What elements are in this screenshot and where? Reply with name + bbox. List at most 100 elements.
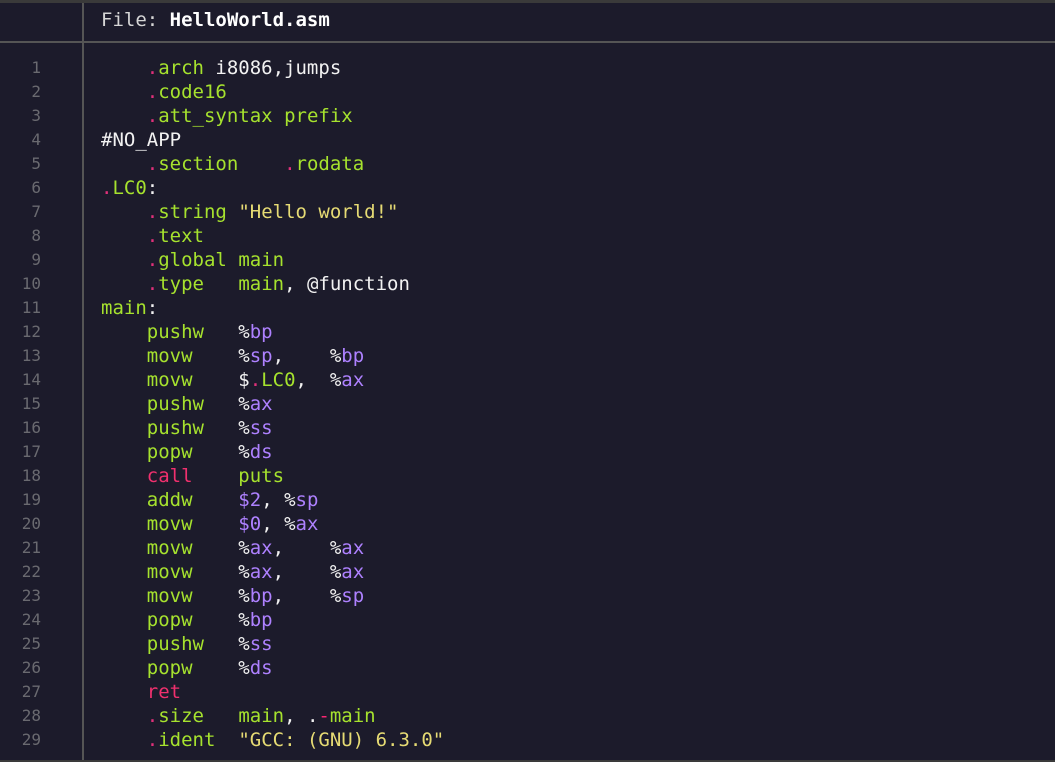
code-line[interactable]: 29 .ident "GCC: (GNU) 6.3.0" bbox=[0, 728, 1055, 752]
line-source: call puts bbox=[101, 464, 284, 488]
line-source: .global main bbox=[101, 248, 284, 272]
token-id: rodata bbox=[295, 153, 365, 175]
token-str: "Hello world!" bbox=[238, 201, 399, 223]
token-reg: sp bbox=[341, 585, 365, 607]
code-line[interactable]: 20 movw $0, %ax bbox=[0, 512, 1055, 536]
token-reg: ds bbox=[249, 441, 273, 463]
line-source: pushw %ax bbox=[101, 392, 273, 416]
token-reg: ds bbox=[249, 657, 273, 679]
token-ins: movw bbox=[146, 561, 193, 583]
code-line[interactable]: 8 .text bbox=[0, 224, 1055, 248]
token-reg: sp bbox=[295, 489, 319, 511]
token-pl: , % bbox=[295, 369, 342, 391]
code-line[interactable]: 19 addw $2, %sp bbox=[0, 488, 1055, 512]
line-number: 8 bbox=[31, 226, 41, 245]
code-line[interactable]: 21 movw %ax, %ax bbox=[0, 536, 1055, 560]
token-reg: ax bbox=[341, 537, 365, 559]
code-line[interactable]: 11 main: bbox=[0, 296, 1055, 320]
line-number: 29 bbox=[21, 730, 41, 749]
code-line[interactable]: 3 .att_syntax prefix bbox=[0, 104, 1055, 128]
code-line[interactable]: 2 .code16 bbox=[0, 80, 1055, 104]
token-pl: % bbox=[192, 441, 250, 463]
token-dir: att_syntax bbox=[158, 105, 273, 127]
token-pl: % bbox=[203, 393, 250, 415]
code-line[interactable]: 4 #NO_APP bbox=[0, 128, 1055, 152]
token-reg: bp bbox=[249, 585, 273, 607]
token-ins: popw bbox=[146, 441, 193, 463]
token-dot: . bbox=[284, 153, 296, 175]
code-line[interactable]: 6 .LC0: bbox=[0, 176, 1055, 200]
token-reg: ax bbox=[249, 561, 273, 583]
code-line[interactable]: 1 .arch i8086,jumps bbox=[0, 56, 1055, 80]
code-line[interactable]: 7 .string "Hello world!" bbox=[0, 200, 1055, 224]
code-line[interactable]: 15 pushw %ax bbox=[0, 392, 1055, 416]
code-line[interactable]: 10 .type main, @function bbox=[0, 272, 1055, 296]
code-line[interactable]: 24 popw %bp bbox=[0, 608, 1055, 632]
code-line[interactable]: 5 .section .rodata bbox=[0, 152, 1055, 176]
line-source: ret bbox=[101, 680, 181, 704]
code-line[interactable]: 26 popw %ds bbox=[0, 656, 1055, 680]
token-reg: bp bbox=[249, 609, 273, 631]
token-kw: call bbox=[146, 465, 193, 487]
token-num: $0 bbox=[238, 513, 262, 535]
line-source: .att_syntax prefix bbox=[101, 104, 353, 128]
code-body[interactable]: 1 .arch i8086,jumps 2 .code16 3 .att_synta… bbox=[0, 56, 1055, 752]
token-pl: , @function bbox=[284, 273, 410, 295]
token-ins: movw bbox=[146, 369, 193, 391]
token-ins: popw bbox=[146, 657, 193, 679]
code-line[interactable]: 23 movw %bp, %sp bbox=[0, 584, 1055, 608]
token-pl: , % bbox=[272, 585, 342, 607]
code-line[interactable]: 9 .global main bbox=[0, 248, 1055, 272]
line-number: 28 bbox=[21, 706, 41, 725]
line-number: 11 bbox=[21, 298, 41, 317]
code-line[interactable]: 18 call puts bbox=[0, 464, 1055, 488]
token-pl: #NO_APP bbox=[101, 129, 182, 151]
code-line[interactable]: 22 movw %ax, %ax bbox=[0, 560, 1055, 584]
line-source: addw $2, %sp bbox=[101, 488, 319, 512]
line-source: .type main, @function bbox=[101, 272, 410, 296]
line-number: 15 bbox=[21, 394, 41, 413]
line-number: 24 bbox=[21, 610, 41, 629]
code-line[interactable]: 16 pushw %ss bbox=[0, 416, 1055, 440]
token-pl: % bbox=[192, 537, 250, 559]
token-id: prefix bbox=[284, 105, 353, 127]
line-number: 25 bbox=[21, 634, 41, 653]
token-pl: % bbox=[203, 321, 250, 343]
token-reg: ax bbox=[295, 513, 319, 535]
token-pl: , % bbox=[261, 489, 296, 511]
line-source: movw %sp, %bp bbox=[101, 344, 364, 368]
code-line[interactable]: 13 movw %sp, %bp bbox=[0, 344, 1055, 368]
code-line[interactable]: 14 movw $.LC0, %ax bbox=[0, 368, 1055, 392]
token-pl: , % bbox=[272, 561, 342, 583]
code-line[interactable]: 17 popw %ds bbox=[0, 440, 1055, 464]
code-line[interactable]: 28 .size main, .-main bbox=[0, 704, 1055, 728]
token-lbl: LC0 bbox=[261, 369, 296, 391]
token-op: - bbox=[318, 705, 330, 727]
line-number: 21 bbox=[21, 538, 41, 557]
code-line[interactable]: 25 pushw %ss bbox=[0, 632, 1055, 656]
line-number: 13 bbox=[21, 346, 41, 365]
token-pl: , % bbox=[272, 345, 342, 367]
token-pl: , % bbox=[272, 537, 342, 559]
token-reg: bp bbox=[341, 345, 365, 367]
code-line[interactable]: 12 pushw %bp bbox=[0, 320, 1055, 344]
token-id: main bbox=[238, 273, 285, 295]
token-dir: ident bbox=[158, 729, 216, 751]
code-line[interactable]: 27 ret bbox=[0, 680, 1055, 704]
token-kw: ret bbox=[146, 681, 182, 703]
